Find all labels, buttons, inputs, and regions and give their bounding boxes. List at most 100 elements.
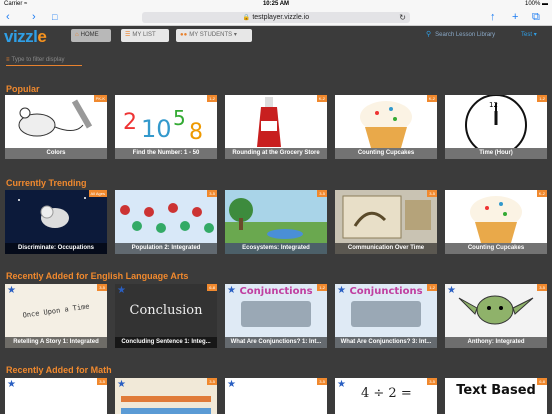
- user-name: Test: [521, 32, 533, 38]
- home-label: HOME: [80, 32, 99, 38]
- typewriter-illustration: Once Upon a Time: [5, 284, 107, 344]
- address-bar[interactable]: 🔒 testplayer.vizzle.io ↻: [142, 12, 410, 23]
- grade-badge: 3-5: [427, 190, 437, 197]
- lesson-tile-communication[interactable]: 3-5 Communication Over Time: [335, 190, 437, 254]
- grade-badge: K-2: [536, 190, 547, 197]
- lesson-title: Discriminate: Occupations: [5, 243, 107, 254]
- forward-icon[interactable]: ›: [32, 11, 36, 23]
- grade-badge: 1-2: [427, 284, 437, 291]
- lesson-tile-cupcakes[interactable]: K-2 Counting Cupcakes: [335, 95, 437, 159]
- svg-text:2: 2: [123, 110, 137, 135]
- grade-badge: 3-5: [317, 378, 327, 385]
- lesson-title: Anthony: Integrated: [445, 337, 547, 348]
- lesson-tile-math-3[interactable]: ★ 3-5: [225, 378, 327, 414]
- text-based-illustration: Text Based: [445, 378, 547, 414]
- lesson-title: Concluding Sentence 1: Integ...: [115, 337, 217, 348]
- tabs-icon[interactable]: ⧉: [532, 11, 540, 23]
- ketchup-illustration: [257, 97, 281, 147]
- svg-text:12: 12: [489, 101, 498, 109]
- bookmarks-icon[interactable]: □: [52, 11, 57, 23]
- grade-badge: K-2: [316, 95, 327, 102]
- lesson-tile-math-2[interactable]: ★ 3-5: [115, 378, 217, 414]
- filter-input[interactable]: ≡ Type to filter display: [6, 54, 82, 66]
- grade-badge: 3-5: [207, 378, 217, 385]
- filter-icon: ≡: [6, 57, 10, 63]
- grade-badge: 3-5: [97, 378, 107, 385]
- vizzle-logo[interactable]: vizzle: [4, 27, 47, 47]
- url-text: testplayer.vizzle.io: [252, 14, 310, 21]
- search-input[interactable]: ⚲ Search Lesson Library: [426, 30, 516, 40]
- back-icon[interactable]: ‹: [6, 11, 10, 23]
- grade-badge: 6-8: [207, 284, 217, 291]
- user-menu[interactable]: Test ▾: [521, 30, 537, 40]
- star-icon: ★: [337, 379, 346, 390]
- lesson-tile-anthony[interactable]: ★ 3-5 Anthony: Integrated: [445, 284, 547, 348]
- lesson-tile-math-5[interactable]: Text Based 6-8: [445, 378, 547, 414]
- cupcake-illustration: [360, 101, 412, 148]
- lesson-title: Ecosystems: Integrated: [225, 243, 327, 254]
- search-icon: ⚲: [426, 31, 432, 38]
- lesson-tile-conjunctions-3[interactable]: Conjunctions ★ 1-2 What Are Conjunctions…: [335, 284, 437, 348]
- grade-badge: 1-2: [207, 95, 217, 102]
- star-icon: ★: [7, 285, 16, 296]
- grade-badge: 1-2: [317, 284, 327, 291]
- art-text: Conclusion: [129, 303, 203, 318]
- lesson-title: Rounding at the Grocery Store: [225, 148, 327, 159]
- stamp-illustration: [342, 195, 431, 239]
- logo-text: vizzl: [4, 27, 38, 46]
- list-icon: ☰: [125, 32, 131, 38]
- star-icon: ★: [7, 379, 16, 390]
- lesson-title: Counting Cupcakes: [445, 243, 547, 254]
- new-tab-icon[interactable]: +: [512, 11, 518, 23]
- home-button[interactable]: ⌂ HOME: [71, 29, 111, 42]
- star-icon: ★: [117, 285, 126, 296]
- section-title-trending: Currently Trending: [6, 178, 87, 188]
- filter-placeholder: Type to filter display: [11, 57, 65, 63]
- reload-icon[interactable]: ↻: [399, 12, 406, 23]
- app-header: vizzle ⌂ HOME ☰ MY LIST ●● MY STUDENTS ▾ ⚲ S…: [0, 26, 552, 50]
- lesson-tile-retelling[interactable]: Once Upon a Time ★ 3-5 Retelling A Story…: [5, 284, 107, 348]
- svg-text:8: 8: [189, 120, 203, 145]
- lesson-tile-concluding[interactable]: Conclusion ★ 6-8 Concluding Sentence 1: …: [115, 284, 217, 348]
- my-list-button[interactable]: ☰ MY LIST: [121, 29, 169, 42]
- lock-icon: 🔒: [242, 15, 251, 21]
- home-icon: ⌂: [75, 32, 79, 38]
- lesson-tile-math-4[interactable]: 4 ÷ 2 = ★ 3-5: [335, 378, 437, 414]
- lesson-title: Communication Over Time: [335, 243, 437, 254]
- cupcake-illustration: [470, 196, 522, 243]
- lesson-tile-time[interactable]: 12 1-2 Time (Hour): [445, 95, 547, 159]
- browser-toolbar: ‹ › □ 🔒 testplayer.vizzle.io ↻ ↑ + ⧉: [0, 10, 552, 26]
- clock: 10:25 AM: [262, 1, 290, 7]
- grade-badge: K-2: [426, 95, 437, 102]
- star-icon: ★: [337, 285, 346, 296]
- store-shelves-illustration: [121, 396, 211, 414]
- my-students-button[interactable]: ●● MY STUDENTS ▾: [176, 29, 252, 42]
- search-placeholder: Search Lesson Library: [435, 32, 496, 38]
- lesson-title: Counting Cupcakes: [335, 148, 437, 159]
- grade-badge: 3-5: [317, 190, 327, 197]
- section-title-ela: Recently Added for English Language Arts: [6, 271, 189, 281]
- star-icon: ★: [117, 379, 126, 390]
- grade-badge: 3-5: [427, 378, 437, 385]
- lesson-tile-population[interactable]: 3-5 Population 2: Integrated: [115, 190, 217, 254]
- chevron-down-icon: ▾: [233, 32, 237, 38]
- art-text: Conjunctions: [349, 286, 423, 297]
- grade-badge: 3-5: [207, 190, 217, 197]
- clock-illustration: 12: [465, 95, 527, 148]
- lesson-tile-rounding[interactable]: K-2 Rounding at the Grocery Store: [225, 95, 327, 159]
- lesson-tile-colors[interactable]: PK-K Colors: [5, 95, 107, 159]
- lesson-tile-ecosystems[interactable]: 3-5 Ecosystems: Integrated: [225, 190, 327, 254]
- lesson-tile-conjunctions-1[interactable]: Conjunctions ★ 1-2 What Are Conjunctions…: [225, 284, 327, 348]
- ios-status-bar: Carrier ≈ 10:25 AM 100% ▬: [0, 0, 552, 10]
- lesson-tile-occupations[interactable]: All Ages Discriminate: Occupations: [5, 190, 107, 254]
- lesson-title: What Are Conjunctions? 1: Int...: [225, 337, 327, 348]
- students-icon: ●●: [180, 32, 188, 38]
- share-icon[interactable]: ↑: [490, 11, 496, 23]
- grade-badge: 3-5: [537, 284, 547, 291]
- forest-illustration: [225, 198, 327, 243]
- battery-indicator: 100% ▬: [524, 1, 548, 7]
- lesson-tile-cupcakes-2[interactable]: K-2 Counting Cupcakes: [445, 190, 547, 254]
- lesson-tile-math-1[interactable]: ★ 3-5: [5, 378, 107, 414]
- lesson-tile-find-number[interactable]: 2 10 5 8 1-2 Find the Number: 1 - 50: [115, 95, 217, 159]
- grade-badge: 6-8: [537, 378, 547, 385]
